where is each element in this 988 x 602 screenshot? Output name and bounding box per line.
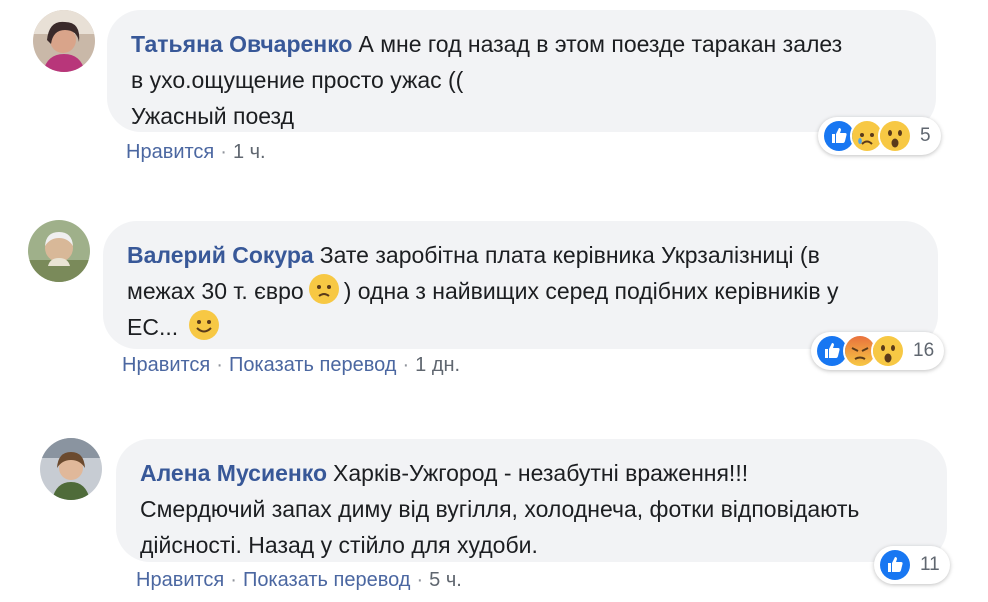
like-link[interactable]: Нравится <box>122 354 210 376</box>
comment-text: А мне год назад в этом поезде таракан за… <box>358 31 843 57</box>
separator: · <box>402 354 410 376</box>
smile-emoji-icon <box>189 310 220 340</box>
separator: · <box>216 354 223 376</box>
avatar-photo <box>33 10 95 72</box>
disappointed-emoji-icon <box>308 274 339 304</box>
separator: · <box>220 141 227 163</box>
comment-author[interactable]: Валерий Сокура <box>127 242 314 268</box>
comment-timestamp[interactable]: 5 ч. <box>429 569 462 591</box>
translate-link[interactable]: Показать перевод <box>243 569 411 591</box>
comment-author[interactable]: Алена Мусиенко <box>140 460 327 486</box>
separator: · <box>230 569 237 591</box>
comment-actions: Нравится · Показать перевод · 5 ч. <box>136 569 462 592</box>
comment-text: Ужасный поезд <box>131 103 294 129</box>
avatar[interactable] <box>33 10 95 72</box>
wow-icon <box>871 334 905 368</box>
separator: · <box>416 569 424 591</box>
reaction-count: 11 <box>920 554 940 575</box>
avatar[interactable] <box>28 220 90 282</box>
reaction-summary[interactable]: 16 <box>811 332 945 370</box>
avatar[interactable] <box>40 438 102 500</box>
translate-link[interactable]: Показать перевод <box>229 354 397 376</box>
avatar-photo <box>28 220 90 282</box>
comment-timestamp[interactable]: 1 ч. <box>233 141 266 163</box>
like-icon <box>878 548 912 582</box>
comment-text: Харків-Ужгород - незабутні враження!!! <box>333 460 749 486</box>
comment-actions: Нравится · 1 ч. <box>126 141 266 164</box>
comment-text: ЕС... <box>127 314 179 340</box>
comment-text: Зате заробітна плата керівника Укрзалізн… <box>319 242 820 268</box>
comment-text: в ухо.ощущение просто ужас (( <box>131 67 464 93</box>
comment-text: Смердючий запах диму від вугілля, холодн… <box>140 496 860 522</box>
comment-text: дійсності. Назад у стійло для худоби. <box>140 532 538 558</box>
reaction-count: 16 <box>913 340 935 361</box>
reaction-count: 5 <box>920 125 931 146</box>
reaction-summary[interactable]: 5 <box>818 117 941 155</box>
comment-bubble: Алена Мусиенко Харків-Ужгород - незабутні… <box>116 439 947 562</box>
comment-bubble: Валерий Сокура Зате заробітна плата керів… <box>103 221 938 349</box>
comment-timestamp[interactable]: 1 дн. <box>415 354 460 376</box>
reaction-summary[interactable]: 11 <box>874 546 950 584</box>
comment-text: ) одна з найвищих серед подібних керівни… <box>343 278 839 304</box>
like-link[interactable]: Нравится <box>136 569 224 591</box>
like-link[interactable]: Нравится <box>126 141 214 163</box>
comment-author[interactable]: Татьяна Овчаренко <box>131 31 352 57</box>
wow-icon <box>878 119 912 153</box>
comment-text: межах 30 т. євро <box>127 278 304 304</box>
avatar-photo <box>40 438 102 500</box>
comment-actions: Нравится · Показать перевод · 1 дн. <box>122 354 460 377</box>
comment-bubble: Татьяна Овчаренко А мне год назад в этом … <box>107 10 936 132</box>
